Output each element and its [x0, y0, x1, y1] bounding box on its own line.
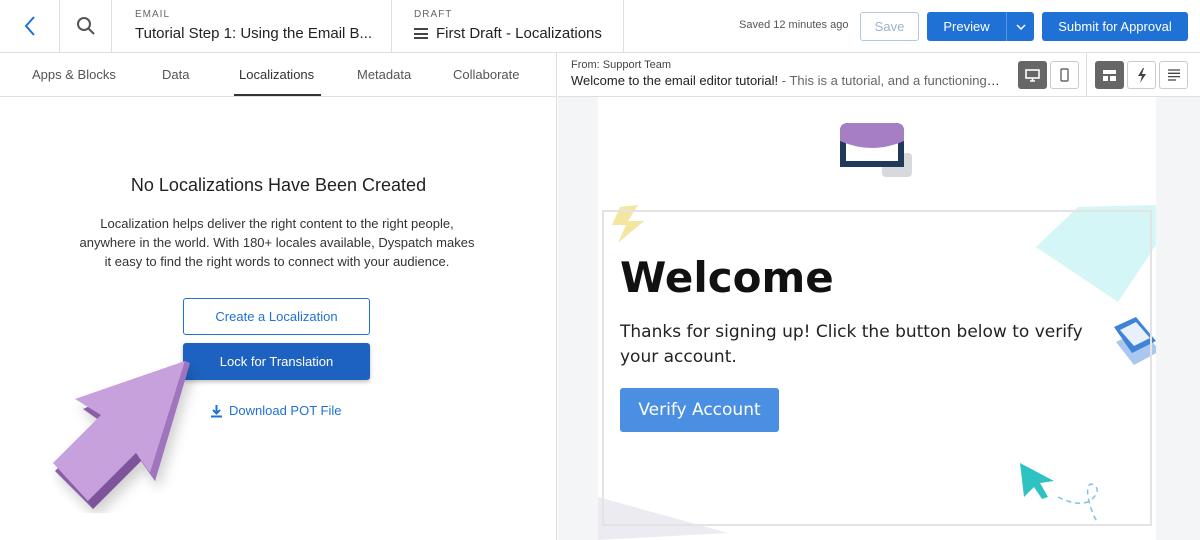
email-heading: Welcome	[620, 253, 834, 302]
pointer-arrow-icon	[53, 361, 190, 509]
preview-dropdown-button[interactable]	[1006, 12, 1034, 41]
empty-state-title: No Localizations Have Been Created	[130, 175, 427, 195]
mobile-icon	[1060, 68, 1069, 82]
download-pot-link[interactable]: Download POT File	[210, 403, 341, 418]
back-button[interactable]	[0, 0, 60, 52]
app-window: EMAIL Tutorial Step 1: Using the Email B…	[0, 0, 1200, 540]
search-button[interactable]	[60, 0, 112, 52]
chevron-left-icon	[24, 16, 35, 36]
search-icon	[76, 17, 95, 35]
lock-for-translation-button[interactable]: Lock for Translation	[183, 343, 370, 380]
draft-label: DRAFT	[414, 9, 453, 20]
create-localization-button[interactable]: Create a Localization	[183, 298, 370, 335]
toolbar-divider	[1086, 53, 1087, 97]
lightning-icon	[1137, 67, 1146, 83]
email-selector[interactable]: EMAIL Tutorial Step 1: Using the Email B…	[112, 0, 392, 52]
save-button[interactable]: Save	[860, 12, 919, 41]
from-line: From: Support Team	[571, 59, 672, 71]
subject-text: Welcome to the email editor tutorial!	[571, 73, 779, 88]
subject-line: Welcome to the email editor tutorial! - …	[571, 73, 1001, 88]
mobile-view-button[interactable]	[1050, 61, 1079, 89]
layout-icon	[1103, 69, 1116, 81]
tab-collaborate[interactable]: Collaborate	[453, 67, 520, 82]
tab-bar: Apps & Blocks Data Localizations Metadat…	[0, 53, 557, 97]
verify-account-button[interactable]: Verify Account	[620, 388, 779, 432]
active-tab-indicator	[234, 94, 321, 96]
top-bar: EMAIL Tutorial Step 1: Using the Email B…	[0, 0, 1200, 53]
desktop-icon	[1025, 68, 1040, 82]
tab-data[interactable]: Data	[162, 67, 189, 82]
preview-button[interactable]: Preview	[927, 12, 1006, 41]
email-body-text: Thanks for signing up! Click the button …	[620, 322, 1083, 367]
download-pot-label: Download POT File	[229, 403, 342, 418]
layout-view-button[interactable]	[1095, 61, 1124, 89]
desktop-view-button[interactable]	[1018, 61, 1047, 89]
empty-state-description: Localization helps deliver the right con…	[79, 216, 475, 269]
draft-selector[interactable]: DRAFT First Draft - Localizations	[392, 0, 624, 52]
text-lines-icon	[1167, 69, 1180, 81]
email-title: Tutorial Step 1: Using the Email B...	[135, 25, 373, 42]
saved-status: Saved 12 minutes ago	[739, 19, 849, 31]
tab-metadata[interactable]: Metadata	[357, 67, 411, 82]
plain-text-view-button[interactable]	[1159, 61, 1188, 89]
tab-apps-blocks[interactable]: Apps & Blocks	[32, 67, 116, 82]
preheader-text: - This is a tutorial, and a functioning …	[778, 73, 1001, 88]
hamburger-icon	[414, 28, 428, 39]
left-panel: Apps & Blocks Data Localizations Metadat…	[0, 53, 557, 540]
preview-header: From: Support Team Welcome to the email …	[558, 53, 1200, 97]
email-preview: Welcome Thanks for signing up! Click the…	[598, 97, 1156, 540]
submit-for-approval-button[interactable]: Submit for Approval	[1042, 12, 1188, 41]
tab-localizations[interactable]: Localizations	[239, 67, 314, 82]
interactive-view-button[interactable]	[1127, 61, 1156, 89]
download-icon	[211, 404, 222, 417]
chevron-down-icon	[1015, 23, 1026, 30]
draft-title: First Draft - Localizations	[436, 25, 602, 42]
email-label: EMAIL	[135, 9, 171, 20]
preview-panel: From: Support Team Welcome to the email …	[558, 53, 1200, 540]
